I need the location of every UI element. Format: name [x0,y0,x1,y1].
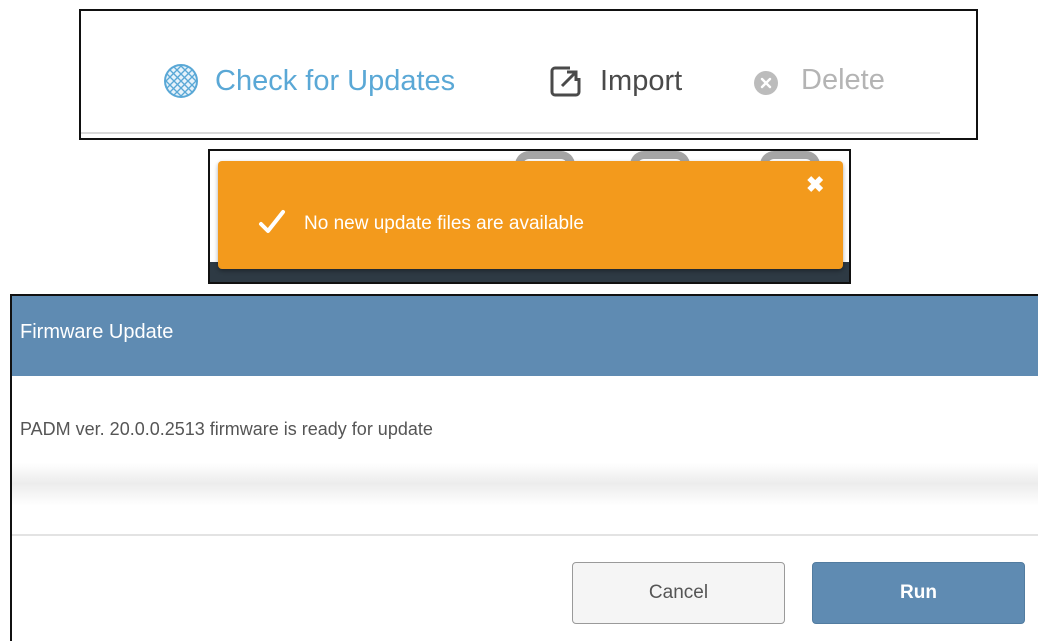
checkmark-icon [258,209,286,237]
check-for-updates-label: Check for Updates [215,65,456,97]
run-button[interactable]: Run [812,562,1025,624]
toolbar-divider [81,132,940,134]
dialog-message: PADM ver. 20.0.0.2513 firmware is ready … [20,419,433,439]
toolbar-panel: Check for Updates Import Delete [79,9,978,140]
firmware-update-dialog: Firmware Update PADM ver. 20.0.0.2513 fi… [10,294,1038,641]
toast-panel: No new update files are available ✖ [208,149,851,284]
close-icon[interactable]: ✖ [806,173,824,197]
dialog-header: Firmware Update [12,296,1038,376]
import-icon [548,63,584,99]
notification-toast: No new update files are available ✖ [218,161,843,269]
toast-message: No new update files are available [304,213,584,234]
delete-label: Delete [801,64,885,96]
dialog-title: Firmware Update [20,321,174,343]
check-for-updates-button[interactable]: Check for Updates [163,63,455,99]
cancel-button[interactable]: Cancel [572,562,785,624]
delete-button[interactable]: Delete [753,63,885,97]
import-label: Import [600,65,683,97]
globe-icon [163,63,199,99]
import-button[interactable]: Import [548,63,682,99]
dialog-footer-divider [12,534,1038,536]
dialog-body: PADM ver. 20.0.0.2513 firmware is ready … [12,376,1038,534]
close-circle-icon [753,70,779,96]
